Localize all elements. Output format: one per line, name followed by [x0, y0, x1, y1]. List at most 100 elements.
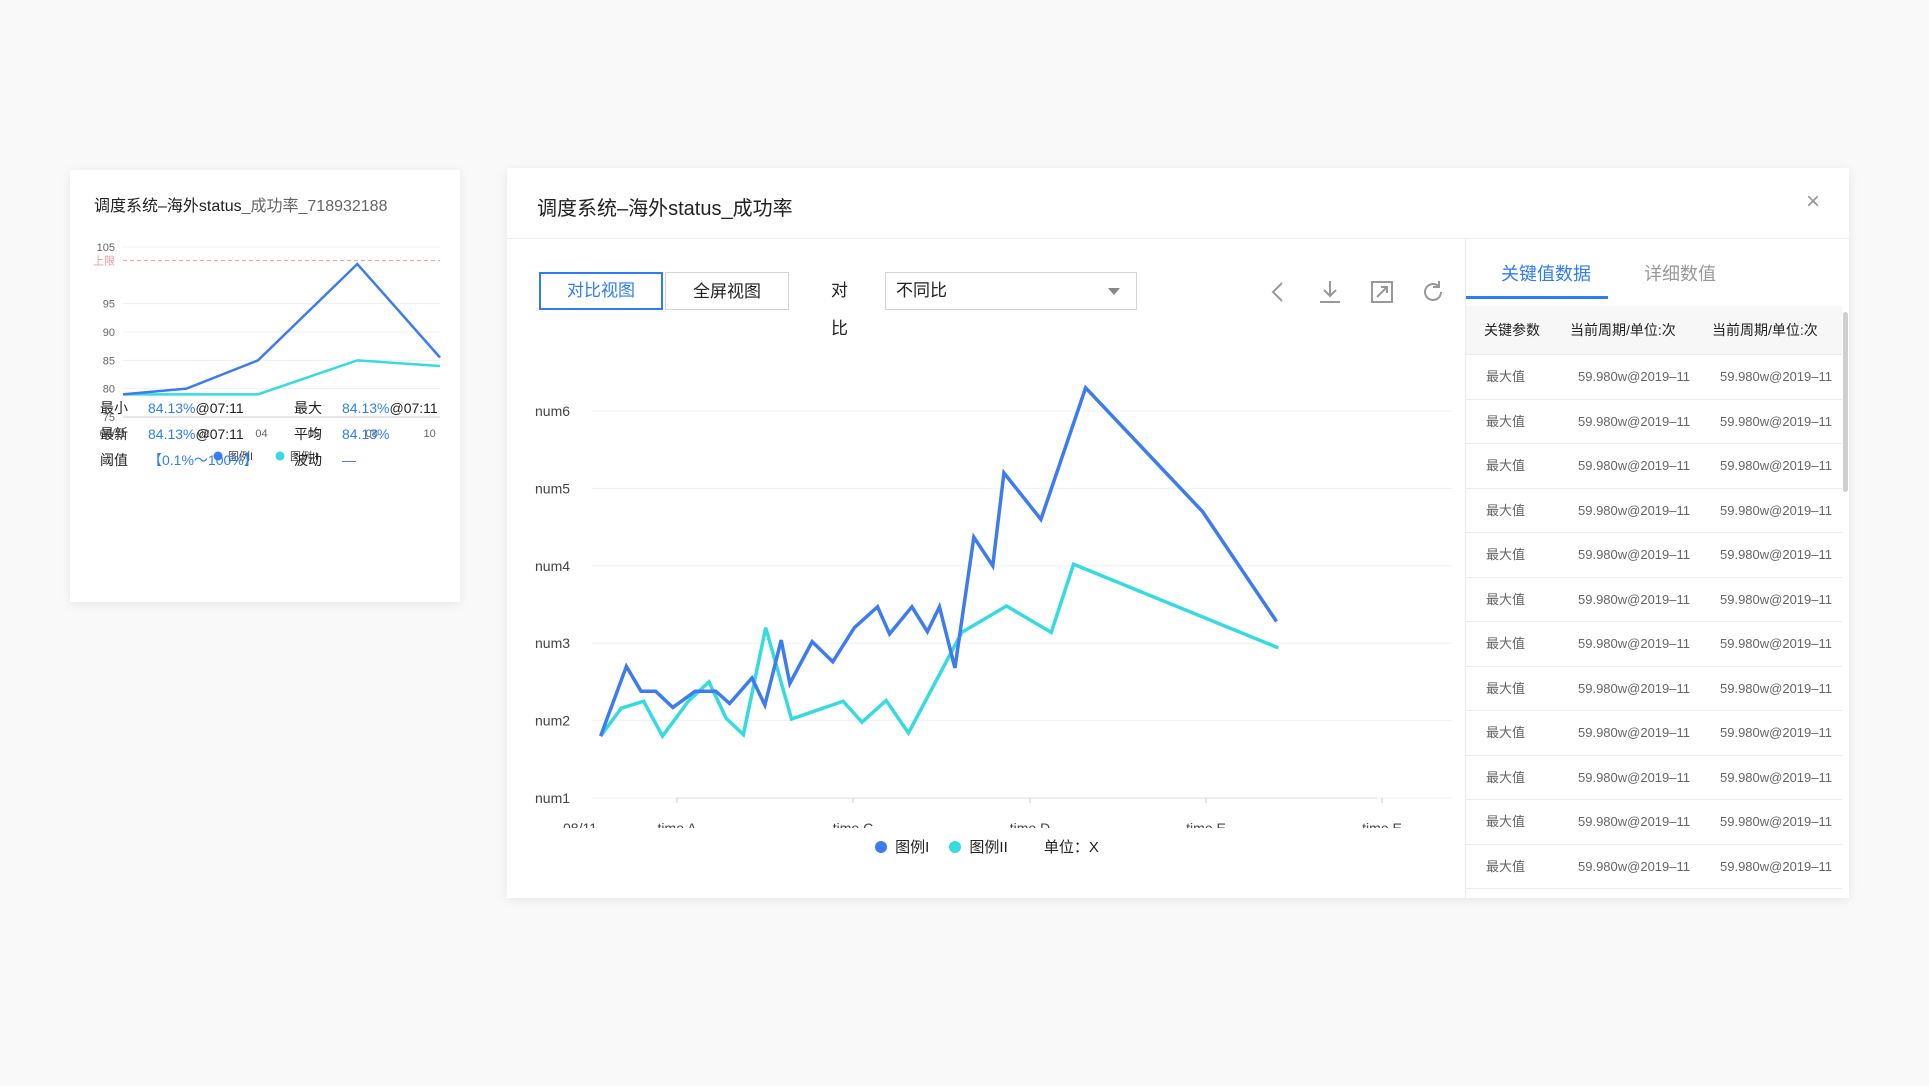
y-tick-label: num2: [535, 713, 570, 729]
summary-card-title: 调度系统–海外status_成功率_718932188: [94, 192, 387, 216]
unit-label: 单位：X: [1043, 839, 1099, 856]
table-cell: 59.980w@2019–11: [1720, 458, 1832, 473]
y-tick-label: 105: [97, 242, 115, 254]
table-row[interactable]: 最大值 59.980w@2019–11 59.980w@2019–11: [1466, 533, 1842, 578]
y-tick-label: 80: [103, 384, 115, 396]
stat-value: 84.13%: [342, 426, 488, 442]
stat-value: —: [342, 452, 488, 468]
close-icon[interactable]: ×: [1799, 188, 1827, 216]
table-cell: 最大值: [1486, 858, 1526, 874]
stat-value-number: 84.13%: [148, 426, 196, 442]
table-cell: 59.980w@2019–11: [1578, 636, 1690, 651]
table-row[interactable]: 最大值 59.980w@2019–11 59.980w@2019–11: [1466, 711, 1842, 756]
table-header-cell: 当前周期/单位:次: [1570, 322, 1676, 338]
fullscreen-view-button[interactable]: 全屏视图: [665, 272, 789, 310]
tab-underline: [1466, 296, 1608, 299]
table-cell: 59.980w@2019–11: [1720, 547, 1832, 562]
legend-item-series-1[interactable]: 图例I: [875, 836, 929, 857]
dialog-title: 调度系统–海外status_成功率: [537, 198, 793, 220]
stat-value: 84.13%@07:11: [148, 426, 294, 442]
y-tick-label: 85: [103, 355, 115, 367]
y-tick-label: num4: [535, 558, 570, 574]
key-data-panel: 关键值数据 详细数值 关键参数 当前周期/单位:次 当前周期/单位:次最大值 59.9…: [1465, 238, 1850, 898]
table-cell: 59.980w@2019–11: [1578, 502, 1690, 518]
table-cell: 59.980w@2019–11: [1720, 591, 1832, 607]
table-cell: 59.980w@2019–11: [1720, 680, 1832, 696]
table-cell: 最大值: [1486, 458, 1526, 473]
table-scrollbar[interactable]: [1843, 312, 1848, 492]
refresh-icon[interactable]: [1419, 278, 1447, 306]
summary-card[interactable]: 调度系统–海外status_成功率_718932188 75 80 85 90 95 10…: [70, 170, 460, 602]
chevron-left-icon[interactable]: [1265, 278, 1293, 306]
legend-label: 图例I: [895, 839, 930, 856]
compare-select-value: 不同比: [896, 281, 947, 300]
summary-card-title-id: _成功率_718932188: [241, 198, 388, 215]
table-row[interactable]: 最大值 59.980w@2019–11 59.980w@2019–11: [1466, 845, 1842, 889]
stat-value: 84.13%@07:11: [148, 400, 294, 416]
table-row[interactable]: 最大值 59.980w@2019–11 59.980w@2019–11: [1466, 800, 1842, 845]
table-cell: 59.980w@2019–11: [1720, 814, 1832, 829]
table-cell: 59.980w@2019–11: [1578, 814, 1690, 829]
table-cell: 59.980w@2019–11: [1578, 725, 1690, 740]
compare-view-button[interactable]: 对比视图: [539, 272, 663, 310]
table-row[interactable]: 最大值 59.980w@2019–11 59.980w@2019–11: [1466, 756, 1842, 800]
stat-value-time: @07:11: [195, 426, 244, 442]
series-line-1: [598, 384, 1279, 737]
tab-key-data[interactable]: 关键值数据: [1501, 260, 1591, 286]
stat-label: 平均: [294, 426, 322, 442]
stat-value: 【0.1%～100%】: [148, 450, 294, 470]
y-tick-label: num5: [535, 480, 570, 496]
x-tick-label: time E: [1186, 820, 1226, 828]
table-cell: 59.980w@2019–11: [1578, 547, 1690, 562]
table-cell: 最大值: [1486, 547, 1526, 562]
y-tick-label: num6: [535, 403, 570, 419]
compare-select[interactable]: 不同比: [885, 272, 1137, 310]
y-tick-label: 90: [103, 327, 115, 339]
table-cell: 59.980w@2019–11: [1578, 591, 1690, 607]
table-cell: 59.980w@2019–11: [1578, 858, 1690, 874]
table-row[interactable]: 最大值 59.980w@2019–11 59.980w@2019–11: [1466, 622, 1842, 667]
main-line-chart: num1 num2 num3 num4 num5 num6 08/11 time A time …: [535, 384, 1452, 828]
stat-value-number: 84.13%: [342, 426, 390, 442]
table-row[interactable]: 最大值 59.980w@2019–11 59.980w@2019–11: [1466, 400, 1842, 444]
table-row[interactable]: 最大值 59.980w@2019–11 59.980w@2019–11: [1466, 578, 1842, 622]
summary-card-title-main: 调度系统–海外status: [94, 198, 242, 215]
stat-label: 阈值: [100, 452, 128, 468]
tab-detail-values[interactable]: 详细数值: [1644, 260, 1716, 286]
stat-row: 阈值 【0.1%～100%】 波动 —: [100, 450, 488, 470]
stat-value-number: —: [342, 452, 356, 468]
table-header-row: 关键参数 当前周期/单位:次 当前周期/单位:次: [1466, 306, 1842, 355]
table-cell: 最大值: [1486, 413, 1526, 429]
legend-item-series-2[interactable]: 图例II: [949, 836, 1008, 857]
table-cell: 59.980w@2019–11: [1720, 502, 1832, 518]
table-row[interactable]: 最大值 59.980w@2019–11 59.980w@2019–11: [1466, 444, 1842, 489]
table-row[interactable]: 最大值 59.980w@2019–11 59.980w@2019–11: [1466, 489, 1842, 533]
table-cell: 59.980w@2019–11: [1578, 680, 1690, 696]
y-tick-label: num1: [535, 790, 570, 806]
main-chart-legend: 图例I 图例II 单位：X: [507, 836, 1467, 857]
table-header-cell: 当前周期/单位:次: [1712, 322, 1818, 338]
stat-value-number: 84.13%: [342, 400, 390, 416]
caret-down-icon: [1108, 288, 1120, 295]
expand-icon[interactable]: [1368, 278, 1396, 306]
series-line-1: [122, 262, 441, 396]
table-cell: 最大值: [1486, 769, 1526, 785]
download-icon[interactable]: [1316, 278, 1344, 306]
table-row[interactable]: 最大值 59.980w@2019–11 59.980w@2019–11: [1466, 667, 1842, 711]
stat-label: 最大: [294, 400, 322, 416]
stat-label: 最小: [100, 400, 128, 416]
table-cell: 59.980w@2019–11: [1578, 458, 1690, 473]
stat-value-number: 【0.1%～100%】: [148, 452, 258, 468]
table-cell: 最大值: [1486, 725, 1526, 740]
table-row[interactable]: 最大值 59.980w@2019–11 59.980w@2019–11: [1466, 355, 1842, 400]
legend-dot: [875, 841, 888, 853]
table-cell: 最大值: [1486, 814, 1526, 829]
table-cell: 最大值: [1486, 636, 1526, 651]
stat-row: 最新 84.13%@07:11 平均 84.13%: [100, 424, 488, 444]
table-cell: 最大值: [1486, 369, 1526, 384]
key-data-table: 关键参数 当前周期/单位:次 当前周期/单位:次最大值 59.980w@2019–11…: [1466, 306, 1842, 889]
stat-value-time: @07:11: [195, 400, 244, 416]
legend-label: 图例II: [969, 839, 1008, 856]
table-header-cell: 关键参数: [1484, 322, 1540, 338]
threshold-label: 上限: [93, 255, 115, 268]
